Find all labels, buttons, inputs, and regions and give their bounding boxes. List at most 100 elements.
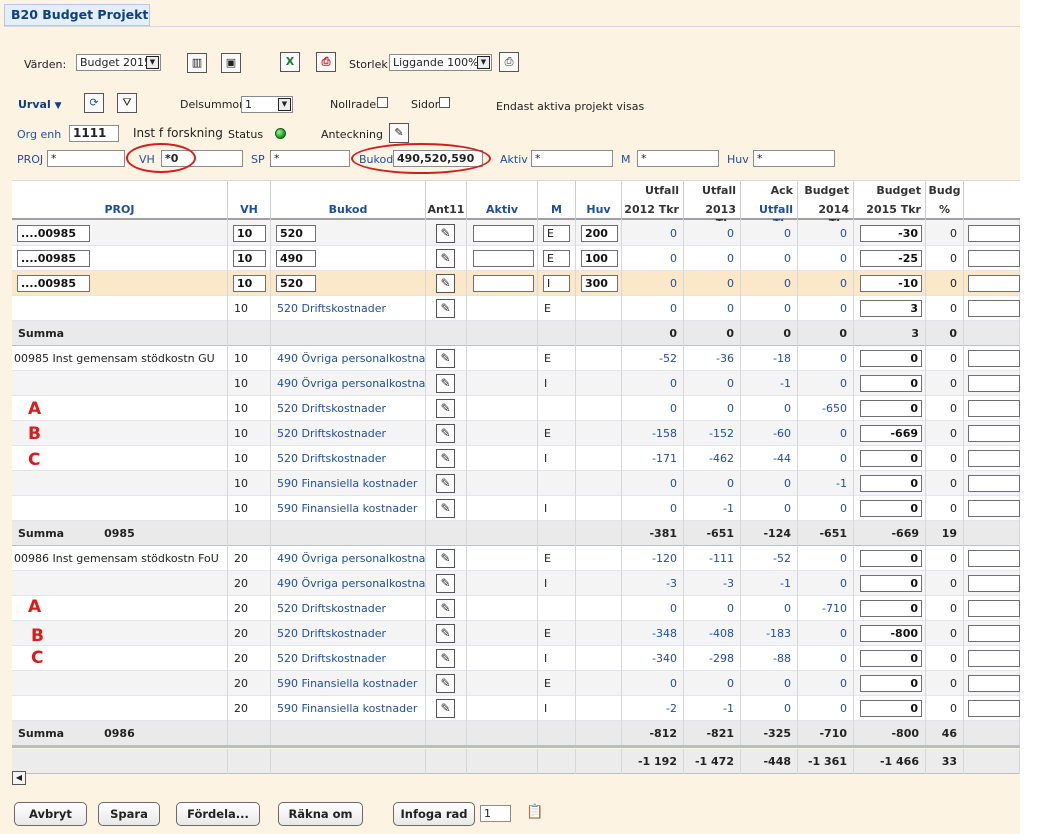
pdf-icon[interactable]: ⎙: [316, 52, 336, 72]
col-header-budget-2014[interactable]: Budget2014 Tkr: [798, 181, 854, 230]
extra-input[interactable]: [968, 625, 1020, 642]
recalculate-button[interactable]: Räkna om: [278, 802, 363, 826]
proj-input[interactable]: ....00985: [17, 250, 90, 267]
aktiv-input[interactable]: [473, 250, 534, 267]
m-filter-input[interactable]: *: [637, 150, 719, 167]
pencil-icon[interactable]: ✎: [436, 674, 455, 693]
budget-2015-input[interactable]: 3: [860, 300, 922, 317]
extra-input[interactable]: [968, 250, 1020, 267]
save-icon[interactable]: ▣: [221, 53, 241, 73]
col-header-bukod[interactable]: Bukod: [271, 181, 426, 221]
extra-input[interactable]: [968, 400, 1020, 417]
pencil-icon[interactable]: ✎: [436, 349, 455, 368]
budget-2015-input[interactable]: -10: [860, 275, 922, 292]
pencil-icon[interactable]: ✎: [436, 499, 455, 518]
pencil-icon[interactable]: ✎: [436, 249, 455, 268]
col-header-ack-utfall[interactable]: AckUtfall Tkr: [741, 181, 798, 230]
varden-select[interactable]: Budget 2015 ▼: [76, 54, 161, 71]
budget-2015-input[interactable]: -669: [860, 425, 922, 442]
extra-input[interactable]: [968, 275, 1020, 292]
filter-icon[interactable]: ⛛: [117, 93, 137, 113]
sp-filter-input[interactable]: *: [270, 150, 350, 167]
budget-2015-input[interactable]: -800: [860, 625, 922, 642]
budget-2015-input[interactable]: 0: [860, 675, 922, 692]
bukod-link[interactable]: 590 Finansiella kostnader: [271, 671, 426, 696]
pencil-icon[interactable]: ✎: [436, 299, 455, 318]
bukod-link[interactable]: 520 Driftskostnader: [271, 421, 426, 446]
pencil-icon[interactable]: ✎: [436, 274, 455, 293]
pencil-icon[interactable]: ✎: [436, 474, 455, 493]
bukod-link[interactable]: 490 Övriga personalkostnader: [271, 571, 426, 596]
extra-input[interactable]: [968, 675, 1020, 692]
extra-input[interactable]: [968, 450, 1020, 467]
aktiv-input[interactable]: [473, 225, 534, 242]
col-header-utfall-2012[interactable]: Utfall 2012 Tkr: [622, 181, 684, 221]
delsummor-select[interactable]: 1 ▼: [241, 96, 293, 113]
col-header-utfall-2013[interactable]: Utfall2013 Tkr: [684, 181, 741, 230]
budget-2015-input[interactable]: 0: [860, 550, 922, 567]
pencil-icon[interactable]: ✎: [436, 599, 455, 618]
proj-input[interactable]: ....00985: [17, 275, 90, 292]
print-icon[interactable]: ⎙: [499, 52, 519, 72]
huv-input[interactable]: 100: [581, 250, 618, 267]
budget-2015-input[interactable]: 0: [860, 575, 922, 592]
extra-input[interactable]: [968, 500, 1020, 517]
save-button[interactable]: Spara: [98, 802, 160, 826]
col-header-huv[interactable]: Huv: [576, 181, 622, 221]
extra-input[interactable]: [968, 550, 1020, 567]
aktiv-input[interactable]: [473, 275, 534, 292]
budget-2015-input[interactable]: 0: [860, 600, 922, 617]
cancel-button[interactable]: Avbryt: [14, 802, 87, 826]
scroll-left-arrow-icon[interactable]: ◀: [12, 771, 26, 785]
extra-input[interactable]: [968, 375, 1020, 392]
huv-input[interactable]: 300: [581, 275, 618, 292]
aktiv-filter-input[interactable]: *: [531, 150, 613, 167]
excel-icon[interactable]: X: [280, 52, 300, 72]
bukod-link[interactable]: 490 Övriga personalkostnader: [271, 371, 426, 396]
clipboard-icon[interactable]: 📋: [525, 803, 545, 823]
budget-2015-input[interactable]: 0: [860, 450, 922, 467]
pencil-icon[interactable]: ✎: [389, 123, 409, 143]
insert-row-count-input[interactable]: 1: [480, 805, 511, 822]
vh-input[interactable]: 10: [233, 250, 266, 267]
col-header-aktiv[interactable]: Aktiv: [467, 181, 538, 221]
pencil-icon[interactable]: ✎: [436, 399, 455, 418]
m-input[interactable]: E: [543, 225, 570, 242]
budget-2015-input[interactable]: -25: [860, 250, 922, 267]
insert-row-button[interactable]: Infoga rad: [393, 802, 475, 826]
extra-input[interactable]: [968, 475, 1020, 492]
col-header-ant11[interactable]: Ant11: [426, 181, 467, 221]
bukod-link[interactable]: 490 Övriga personalkostnader: [271, 546, 426, 571]
distribute-button[interactable]: Fördela...: [176, 802, 260, 826]
sidor-checkbox[interactable]: [439, 97, 450, 108]
pencil-icon[interactable]: ✎: [436, 624, 455, 643]
bukod-input[interactable]: 520: [276, 225, 316, 242]
pencil-icon[interactable]: ✎: [436, 224, 455, 243]
extra-input[interactable]: [968, 300, 1020, 317]
extra-input[interactable]: [968, 700, 1020, 717]
bukod-link[interactable]: 520 Driftskostnader: [271, 296, 426, 321]
proj-input[interactable]: ....00985: [17, 225, 90, 242]
budget-2015-input[interactable]: 0: [860, 700, 922, 717]
col-header-vh[interactable]: VH: [228, 181, 271, 221]
bukod-link[interactable]: 520 Driftskostnader: [271, 396, 426, 421]
col-header-proj[interactable]: PROJ: [12, 181, 228, 221]
budget-2015-input[interactable]: 0: [860, 350, 922, 367]
refresh-icon[interactable]: ⟳: [84, 93, 104, 113]
huv-filter-input[interactable]: *: [753, 150, 835, 167]
extra-input[interactable]: [968, 350, 1020, 367]
vh-input[interactable]: 10: [233, 225, 266, 242]
extra-input[interactable]: [968, 650, 1020, 667]
pencil-icon[interactable]: ✎: [436, 649, 455, 668]
bukod-input[interactable]: 490: [276, 250, 316, 267]
urval-label[interactable]: Urval ▼: [18, 98, 62, 111]
col-header-budget-2015[interactable]: Budget 2015 Tkr: [854, 181, 926, 221]
pencil-icon[interactable]: ✎: [436, 549, 455, 568]
bukod-link[interactable]: 520 Driftskostnader: [271, 596, 426, 621]
extra-input[interactable]: [968, 225, 1020, 242]
columns-icon[interactable]: ▥: [187, 53, 207, 73]
budget-2015-input[interactable]: 0: [860, 650, 922, 667]
vh-input[interactable]: 10: [233, 275, 266, 292]
budget-2015-input[interactable]: -30: [860, 225, 922, 242]
budget-2015-input[interactable]: 0: [860, 375, 922, 392]
